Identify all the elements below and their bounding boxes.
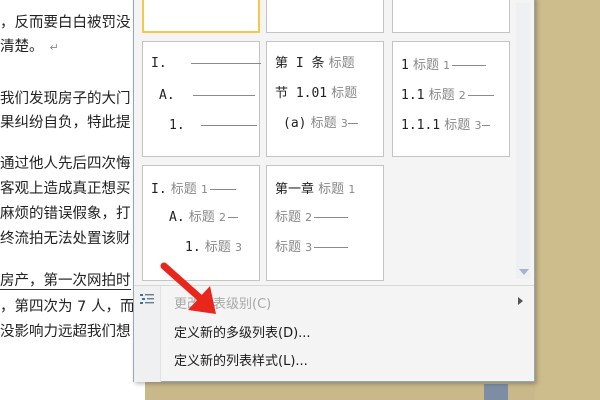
red-arrow-annotation [160, 262, 216, 314]
level-line [347, 122, 358, 125]
list-level-row: 节 1.01 标题 [275, 86, 358, 101]
level-line [209, 188, 236, 191]
gallery-scrollbar[interactable] [516, 3, 530, 279]
document-page: ，反而要白白被罚没 清楚。 ↵ 我们发现房子的大门 果纠纷自负，特此提 通过他人先… [0, 0, 145, 400]
doc-line: 果纠纷自负，特此提 [0, 115, 131, 131]
list-style-tile-article-section[interactable]: 第 I 条 标题 节 1.01 标题 (a) 标题 3 [266, 41, 384, 157]
list-style-tile-roman-lines[interactable]: I. A. 1. [142, 41, 261, 157]
scroll-down-icon[interactable] [519, 269, 529, 275]
list-style-tile[interactable] [392, 0, 510, 33]
doc-line: 没影响力远超我们想 [0, 324, 131, 340]
doc-line: 清楚。 ↵ [0, 39, 59, 55]
list-level-row: 1. [169, 118, 257, 136]
list-level-row: I. [151, 56, 261, 74]
list-level-row: A. 标题 2 [169, 206, 238, 225]
level-line [200, 124, 257, 127]
doc-line: 房产，第一次网拍时 [0, 273, 131, 290]
list-level-row: 1.1 标题 2 [401, 84, 494, 103]
list-style-tile-chapter-headings[interactable]: 第一章 标题 1 标题 2 标题 3 [266, 165, 384, 281]
doc-line: 客观上造成真正想买 [0, 181, 131, 197]
list-level-row: 1. 标题 3 [185, 240, 242, 255]
level-line [227, 216, 238, 219]
level-line [467, 94, 494, 97]
list-level-row: 标题 2 [275, 206, 349, 225]
chevron-right-icon [518, 297, 523, 305]
doc-line: ，第四次为 7 人，而美 [0, 299, 145, 315]
level-line [314, 246, 349, 249]
list-level-row: (a) 标题 3 [283, 112, 358, 131]
multilevel-list-dropdown: I. A. 1. 第 I 条 标题 节 1.01 标题 (a) 标题 3 1 标… [133, 0, 535, 382]
define-new-multilevel-list-menu-item[interactable]: 定义新的多级列表(D)... [174, 322, 311, 341]
list-level-row: I. 标题 1 [151, 178, 236, 197]
list-level-row: 第一章 标题 1 [275, 182, 356, 197]
list-style-tile[interactable] [266, 0, 384, 33]
level-line [314, 216, 349, 219]
window-background [535, 0, 600, 400]
doc-line: 终流拍无法处置该财 [0, 231, 131, 247]
indent-list-icon [140, 294, 154, 304]
doc-line: 麻烦的错误假象，打 [0, 206, 131, 222]
doc-line: 我们发现房子的大门 [0, 91, 131, 107]
list-style-tile-decimal-headings[interactable]: 1 标题 1 1.1 标题 2 1.1.1 标题 3 [392, 41, 510, 157]
level-line [452, 64, 487, 67]
doc-line: ，反而要白白被罚没 [0, 15, 131, 31]
menu-icon-gutter [134, 286, 161, 382]
level-line [190, 62, 261, 65]
doc-line: 通过他人先后四次悔 [0, 156, 131, 172]
define-new-list-style-menu-item[interactable]: 定义新的列表样式(L)... [174, 350, 308, 369]
list-level-row: 第 I 条 标题 [275, 56, 355, 71]
level-line [482, 124, 491, 127]
paragraph-mark-icon: ↵ [49, 41, 59, 54]
level-line [192, 94, 255, 97]
list-style-tile-selected[interactable] [142, 0, 260, 33]
list-level-row: 1.1.1 标题 3 [401, 114, 491, 133]
list-level-row: 1 标题 1 [401, 54, 487, 73]
document-scrollbar-thumb[interactable] [484, 384, 508, 400]
list-level-row: 标题 3 [275, 236, 349, 255]
list-level-row: A. [159, 88, 255, 106]
